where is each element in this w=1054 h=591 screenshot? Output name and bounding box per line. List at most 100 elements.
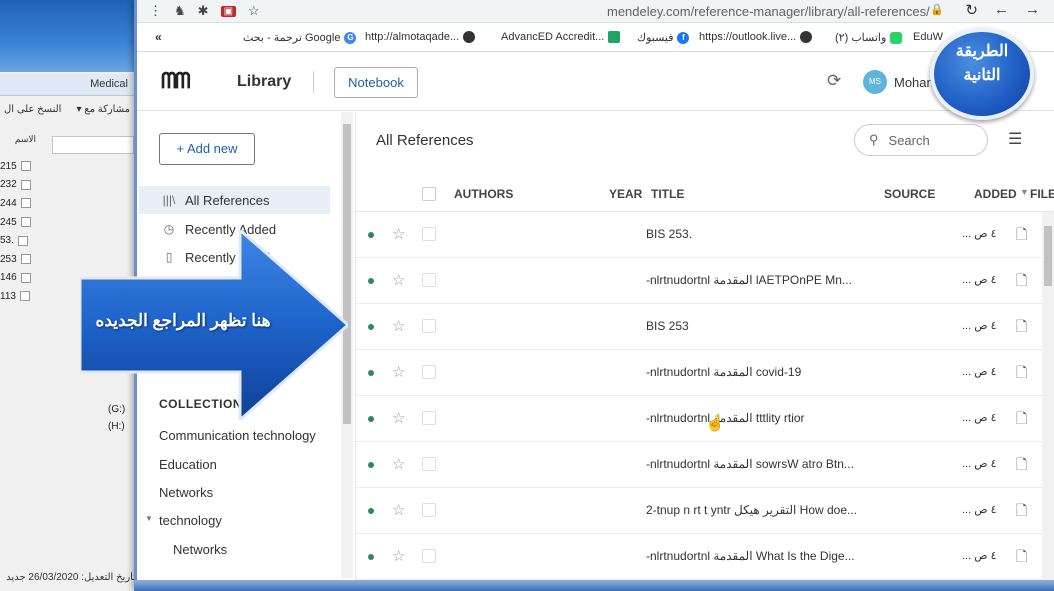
table-row[interactable]: ☆ -nlrtnudortnl المقدمة lAETPOnPE Mn... … (356, 258, 1042, 304)
table-row[interactable]: ☆ BIS 253. ٤ ص ... 🗋 (356, 212, 1042, 258)
column-files[interactable]: FILE (1030, 187, 1054, 201)
unread-dot (368, 554, 374, 560)
file-icon (20, 161, 31, 172)
back-icon[interactable]: ← (994, 1, 1009, 19)
added-date: ٤ ص ... (962, 274, 997, 286)
add-file-icon[interactable]: 🗋 (1016, 270, 1027, 294)
add-file-icon[interactable]: 🗋 (1016, 546, 1027, 570)
file-item[interactable]: 244 (0, 194, 40, 213)
bookmark-whatsapp[interactable]: (٢) واتساب (835, 31, 903, 44)
row-checkbox[interactable] (422, 457, 436, 471)
row-checkbox[interactable] (422, 227, 436, 241)
select-all-checkbox[interactable] (422, 187, 436, 201)
row-checkbox[interactable] (422, 411, 436, 425)
more-bookmarks-icon[interactable]: « (155, 30, 162, 44)
table-row[interactable]: ☆ -nlrtnudortnl المقدمة What Is the Dige… (356, 534, 1042, 580)
chevron-down-icon[interactable]: ▼ (145, 514, 153, 523)
added-date: ٤ ص ... (962, 504, 997, 516)
row-checkbox[interactable] (422, 549, 436, 563)
bookmark-facebook[interactable]: فيسبوك f (637, 31, 690, 44)
star-icon[interactable]: ☆ (392, 317, 405, 335)
references-pane: All References ⚲ Search ☰ AUTHORS YEAR T… (355, 112, 1054, 580)
file-icon (17, 235, 28, 246)
facebook-icon: f (677, 31, 690, 44)
references-scrollbar[interactable] (1042, 212, 1054, 580)
scroll-thumb[interactable] (1044, 226, 1052, 286)
bookmark-advanced[interactable]: AdvancED Accredit... (501, 31, 621, 43)
bookmark-google-translate[interactable]: ترجمة - بحث Google G (243, 31, 357, 44)
sidebar-item-all-references[interactable]: |||\ All References (139, 186, 330, 214)
column-authors[interactable]: AUTHORS (454, 187, 513, 201)
address-bar: ⋮ ♞ ✱ ▣ ☆ mendeley.com/reference-manager… (137, 0, 1054, 23)
row-checkbox[interactable] (422, 273, 436, 287)
star-icon[interactable]: ☆ (392, 271, 405, 289)
file-item[interactable]: 245 (0, 213, 40, 232)
bookmark-almotaqade[interactable]: http://almotaqade... (365, 31, 476, 43)
library-title[interactable]: Library (237, 73, 291, 91)
window-bottom-edge (134, 580, 1054, 591)
name-column-header[interactable]: الاسم (0, 134, 40, 150)
user-name[interactable]: Mohan (894, 75, 934, 90)
column-source[interactable]: SOURCE (884, 187, 935, 201)
add-file-icon[interactable]: 🗋 (1016, 316, 1027, 340)
table-row[interactable]: ☆ BIS 253 ٤ ص ... 🗋 (356, 304, 1042, 350)
star-icon[interactable]: ☆ (392, 225, 405, 243)
column-title[interactable]: TITLE (651, 187, 684, 201)
row-checkbox[interactable] (422, 365, 436, 379)
file-item[interactable]: 232 (0, 176, 40, 195)
reference-title: BIS 253 (646, 319, 689, 333)
background-tab[interactable]: Medical (0, 74, 134, 96)
sync-icon[interactable]: ⟳ (827, 71, 841, 91)
row-checkbox[interactable] (422, 503, 436, 517)
add-file-icon[interactable]: 🗋 (1016, 454, 1027, 478)
add-file-icon[interactable]: 🗋 (1016, 500, 1027, 524)
copy-menu[interactable]: النسخ على ال (4, 104, 61, 124)
star-icon[interactable]: ☆ (392, 455, 405, 473)
table-row[interactable]: ☆ 2-tnup n rt t yntr التقرير هيكل How do… (356, 488, 1042, 534)
screen-recorder-icon[interactable]: ▣ (220, 5, 237, 17)
collection-item[interactable]: Communication technology (159, 428, 316, 443)
file-item[interactable]: 53. (0, 231, 40, 250)
add-file-icon[interactable]: 🗋 (1016, 224, 1027, 248)
bookmark-star-icon[interactable]: ☆ (248, 3, 260, 19)
collection-item[interactable]: Education (159, 457, 217, 472)
collection-item[interactable]: ▼ technology (145, 513, 222, 528)
mendeley-logo[interactable]: ᗰᗰ (161, 68, 191, 94)
share-with-menu[interactable]: مشاركة مع ▾ (76, 104, 130, 124)
table-row[interactable]: ☆ -nlrtnudortnl المقدمة tttlity rtior ٤ … (356, 396, 1042, 442)
url-field[interactable]: mendeley.com/reference-manager/library/a… (607, 4, 930, 19)
drive-item[interactable]: (H:) (108, 418, 125, 435)
added-date: ٤ ص ... (962, 320, 997, 332)
star-icon[interactable]: ☆ (392, 547, 405, 565)
table-row[interactable]: ☆ -nlrtnudortnl المقدمة covid-19 ٤ ص ...… (356, 350, 1042, 396)
sort-desc-icon[interactable]: ▼ (1020, 187, 1029, 197)
collection-item[interactable]: Networks (159, 485, 213, 500)
puzzle-icon[interactable]: ✱ (198, 3, 209, 19)
reload-icon[interactable]: ↻ (965, 1, 978, 19)
bookmark-outlook[interactable]: https://outlook.live... (699, 31, 813, 43)
row-checkbox[interactable] (422, 319, 436, 333)
star-icon[interactable]: ☆ (392, 501, 405, 519)
file-item[interactable]: 113 (0, 287, 40, 306)
extension-icon[interactable]: ♞ (174, 3, 186, 19)
search-input[interactable]: ⚲ Search (854, 124, 988, 156)
star-icon[interactable]: ☆ (392, 409, 405, 427)
add-file-icon[interactable]: 🗋 (1016, 362, 1027, 386)
file-item[interactable]: 253 (0, 250, 40, 269)
forward-icon[interactable]: → (1025, 1, 1040, 19)
column-added[interactable]: ADDED (974, 187, 1017, 201)
column-year[interactable]: YEAR (609, 187, 642, 201)
add-new-button[interactable]: + Add new (159, 133, 255, 165)
add-file-icon[interactable]: 🗋 (1016, 408, 1027, 432)
file-item[interactable]: 146 (0, 269, 40, 288)
collection-item[interactable]: Networks (173, 542, 227, 557)
table-row[interactable]: ☆ -nlrtnudortnl المقدمة sowrsW atro Btn.… (356, 442, 1042, 488)
filter-icon[interactable]: ☰ (1008, 129, 1022, 149)
star-icon[interactable]: ☆ (392, 363, 405, 381)
notebook-button[interactable]: Notebook (334, 67, 418, 98)
menu-icon[interactable]: ⋮ (149, 3, 162, 19)
avatar[interactable]: MS (863, 70, 887, 94)
unread-dot (368, 278, 374, 284)
file-item[interactable]: 215 (0, 157, 40, 176)
bookmark-label: ترجمة - بحث Google (243, 32, 341, 44)
